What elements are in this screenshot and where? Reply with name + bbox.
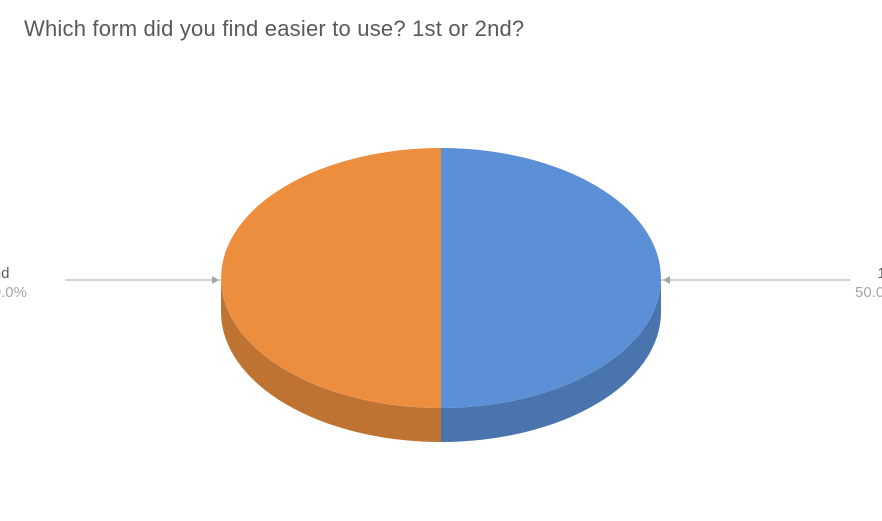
data-label-name: 2nd — [0, 265, 27, 284]
data-label-percent: 50.0% — [0, 284, 27, 303]
pie-top — [221, 148, 661, 408]
pie-plot-area: 2nd 50.0% 1st 50.0% — [0, 110, 882, 510]
data-label-name: 1st — [855, 265, 882, 284]
data-label-1st: 1st 50.0% — [855, 265, 882, 303]
leader-arrow-1st — [663, 276, 670, 284]
leader-arrow-2nd — [212, 276, 219, 284]
data-label-2nd: 2nd 50.0% — [0, 265, 27, 303]
chart-title: Which form did you find easier to use? 1… — [24, 16, 524, 42]
pie-svg — [0, 110, 882, 510]
pie-chart: Which form did you find easier to use? 1… — [0, 0, 882, 521]
data-label-percent: 50.0% — [855, 284, 882, 303]
